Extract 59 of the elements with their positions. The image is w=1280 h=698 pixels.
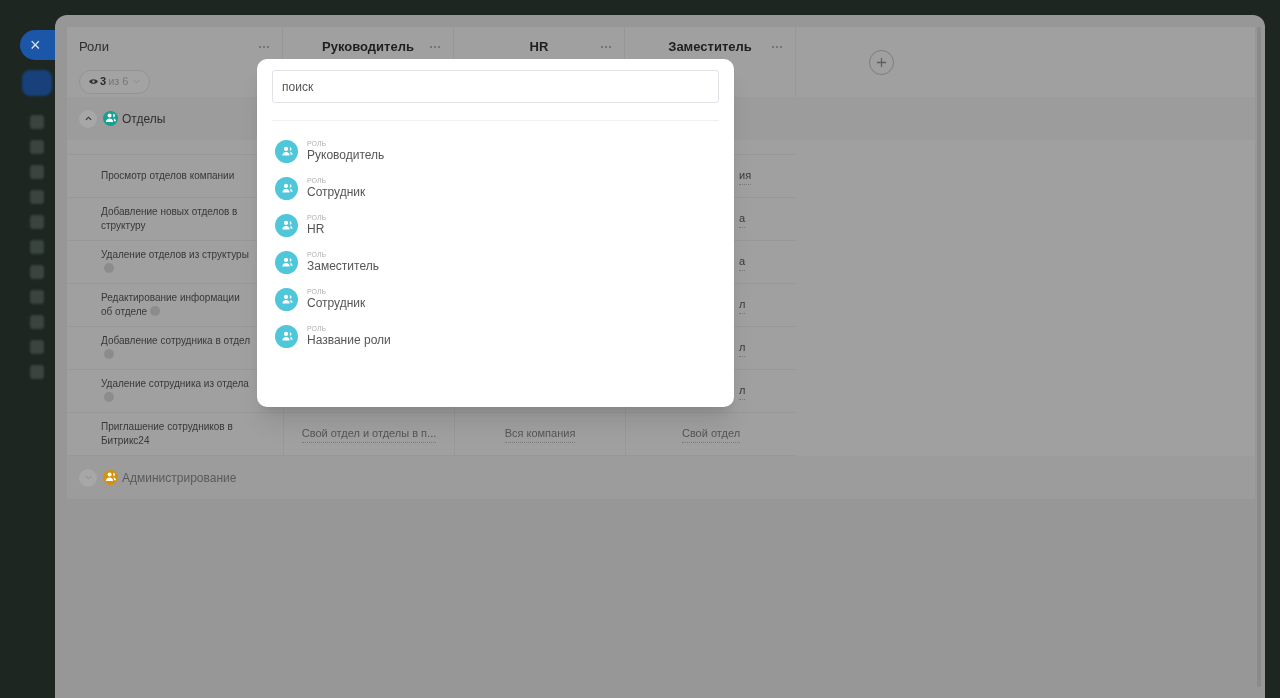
option-name: Название роли bbox=[307, 333, 391, 348]
sidebar-icon[interactable] bbox=[22, 70, 52, 96]
close-button[interactable]: × bbox=[20, 30, 55, 60]
more-icon[interactable] bbox=[771, 44, 783, 49]
access-level-dropdown[interactable]: л bbox=[739, 382, 746, 400]
column-title: Руководитель bbox=[322, 38, 414, 56]
option-name: HR bbox=[307, 222, 326, 237]
access-level-dropdown[interactable]: а bbox=[739, 210, 746, 228]
collapse-button[interactable] bbox=[79, 109, 97, 128]
users-icon bbox=[275, 140, 298, 163]
permission-label: Удаление отделов из структуры bbox=[101, 248, 253, 276]
more-icon[interactable] bbox=[258, 44, 270, 49]
option-name: Сотрудник bbox=[307, 296, 366, 311]
sidebar-icon[interactable] bbox=[30, 240, 44, 254]
option-name: Руководитель bbox=[307, 148, 385, 163]
users-icon bbox=[275, 214, 298, 237]
sidebar-icon[interactable] bbox=[30, 215, 44, 229]
permission-label: Добавление новых отделов в структуру bbox=[101, 205, 239, 233]
section-title: Администрирование bbox=[122, 469, 237, 487]
expand-button[interactable] bbox=[79, 468, 97, 487]
column-title: Роли bbox=[79, 38, 109, 56]
sidebar-icon[interactable] bbox=[30, 140, 44, 154]
permission-label: Редактирование информации об отделе bbox=[101, 291, 241, 319]
sidebar-icon[interactable] bbox=[30, 365, 44, 379]
filter-count: 3 bbox=[100, 74, 107, 90]
sidebar-icon[interactable] bbox=[30, 315, 44, 329]
chevron-down-icon bbox=[84, 475, 92, 480]
sidebar-icon[interactable] bbox=[30, 190, 44, 204]
users-icon bbox=[275, 288, 298, 311]
option-name: Заместитель bbox=[307, 259, 379, 274]
access-level-dropdown[interactable]: л bbox=[739, 339, 746, 357]
section-title: Отделы bbox=[122, 110, 166, 128]
plus-icon bbox=[877, 58, 886, 67]
access-level-dropdown[interactable]: ия bbox=[739, 167, 752, 185]
sidebar-icon[interactable] bbox=[30, 165, 44, 179]
permission-label: Добавление сотрудника в отдел bbox=[101, 334, 253, 362]
users-icon bbox=[275, 251, 298, 274]
eye-icon bbox=[89, 78, 98, 85]
sidebar-icon[interactable] bbox=[30, 265, 44, 279]
sidebar-icon[interactable] bbox=[30, 115, 44, 129]
chevron-up-icon bbox=[84, 116, 92, 121]
users-icon bbox=[275, 325, 298, 348]
users-icon bbox=[275, 177, 298, 200]
access-level-dropdown[interactable]: а bbox=[739, 253, 746, 271]
access-level-dropdown[interactable]: Свой отдел bbox=[681, 425, 741, 443]
column-title: Заместитель bbox=[668, 38, 752, 56]
access-level-dropdown[interactable]: л bbox=[739, 296, 746, 314]
column-title: HR bbox=[529, 38, 549, 56]
permission-label: Приглашение сотрудников в Битрикс24 bbox=[101, 420, 234, 448]
sidebar-icon[interactable] bbox=[30, 340, 44, 354]
permission-label: Просмотр отделов компании bbox=[101, 169, 235, 183]
more-icon[interactable] bbox=[429, 44, 441, 49]
permission-label: Удаление сотрудника из отдела bbox=[101, 377, 253, 405]
access-level-dropdown[interactable]: Вся компания bbox=[504, 425, 576, 443]
option-name: Сотрудник bbox=[307, 185, 366, 200]
sidebar-icon[interactable] bbox=[30, 290, 44, 304]
access-level-dropdown[interactable]: Свой отдел и отделы в п... bbox=[301, 425, 437, 443]
search-field[interactable]: поиск bbox=[272, 70, 719, 103]
more-icon[interactable] bbox=[600, 44, 612, 49]
